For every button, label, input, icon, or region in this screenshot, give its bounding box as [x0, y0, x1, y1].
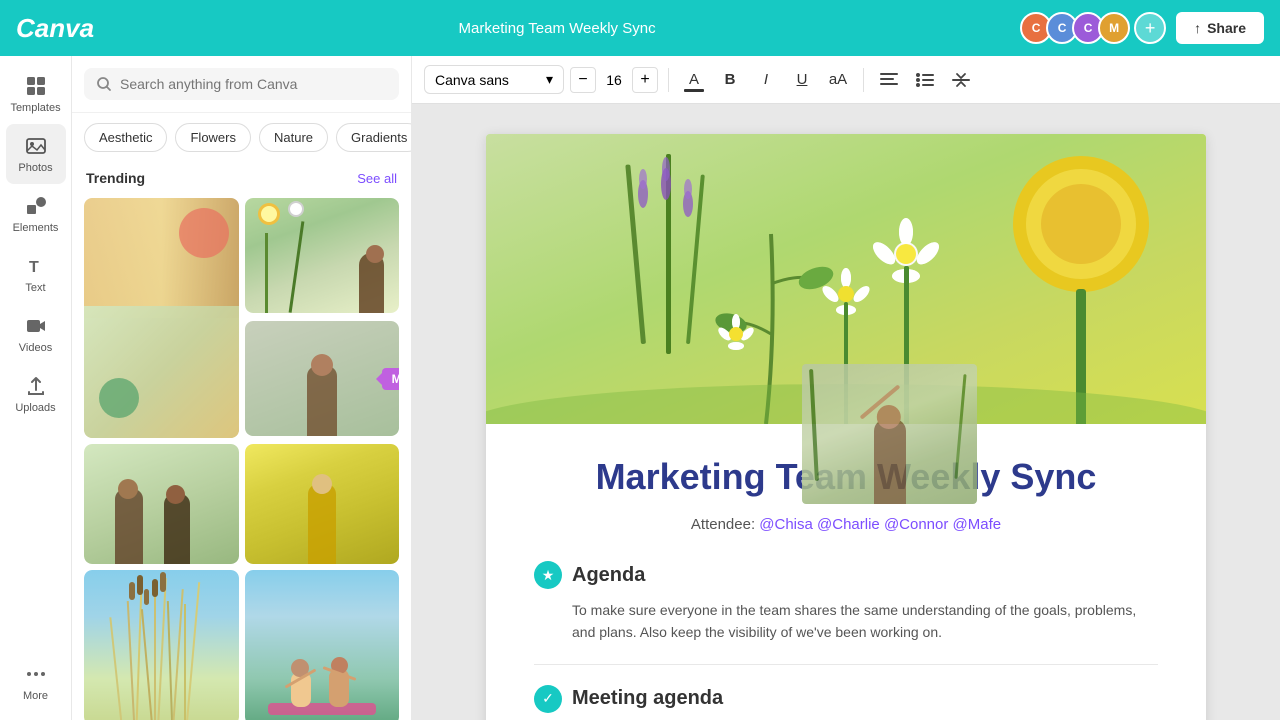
category-filters: Aesthetic Flowers Nature Gradients › [72, 113, 411, 162]
meeting-agenda-title: Meeting agenda [572, 687, 723, 710]
align-button[interactable] [874, 65, 904, 95]
photo-item-reeds[interactable] [84, 570, 239, 720]
sidebar-icons: Templates Photos Elements [0, 56, 72, 720]
add-collaborator-button[interactable]: + [1134, 12, 1166, 44]
agenda-description: To make sure everyone in the team shares… [534, 599, 1158, 644]
search-input[interactable] [120, 76, 387, 92]
agenda-header: ★ Agenda [534, 561, 1158, 589]
shapes-icon [24, 194, 48, 218]
dragged-photo-overlay [802, 364, 977, 504]
sidebar-uploads-label: Uploads [15, 402, 55, 414]
underline-button[interactable]: U [787, 65, 817, 95]
category-aesthetic[interactable]: Aesthetic [84, 123, 167, 152]
photo-item-two-women[interactable] [84, 444, 239, 564]
sidebar-item-templates[interactable]: Templates [6, 64, 66, 124]
upload-icon [24, 374, 48, 398]
photo-item-woman-flowers[interactable] [245, 198, 400, 313]
photo-item-food[interactable] [84, 198, 239, 438]
photos-grid: Mafe [72, 194, 411, 720]
toolbar-divider-2 [863, 68, 864, 92]
list-button[interactable] [910, 65, 940, 95]
search-bar [72, 56, 411, 113]
sidebar-item-elements[interactable]: Elements [6, 184, 66, 244]
trending-header: Trending See all [72, 162, 411, 194]
font-size-control: − 16 + [570, 67, 658, 93]
sidebar-item-photos[interactable]: Photos [6, 124, 66, 184]
section-divider [534, 664, 1158, 665]
photo-item-yoga[interactable] [245, 570, 400, 720]
see-all-link[interactable]: See all [357, 171, 397, 186]
search-icon [96, 76, 112, 92]
case-button[interactable]: aA [823, 65, 853, 95]
agenda-icon: ★ [534, 561, 562, 589]
text-color-button[interactable]: A [679, 65, 709, 95]
category-gradients[interactable]: Gradients [336, 123, 411, 152]
header-right: C C C M + ↑ Share [1020, 12, 1264, 44]
photo-item-woman-outdoors[interactable]: Mafe [245, 321, 400, 436]
canvas-area: Canva sans ▾ − 16 + A B I U aA [412, 56, 1280, 720]
italic-button[interactable]: I [751, 65, 781, 95]
svg-text:T: T [29, 259, 39, 276]
sidebar-item-text[interactable]: T Text [6, 244, 66, 304]
sidebar-text-label: Text [25, 282, 45, 294]
toolbar-divider-1 [668, 68, 669, 92]
font-selector[interactable]: Canva sans ▾ [424, 65, 564, 94]
grid-icon [24, 74, 48, 98]
check-icon: ✓ [534, 685, 562, 713]
mafe-tooltip: Mafe [382, 368, 399, 390]
main-area: Templates Photos Elements [0, 56, 1280, 720]
chevron-down-icon: ▾ [546, 71, 553, 88]
agenda-title: Agenda [572, 564, 645, 587]
meeting-agenda-header: ✓ Meeting agenda [534, 685, 1158, 713]
share-button[interactable]: ↑ Share [1176, 12, 1264, 44]
sidebar-item-more[interactable]: More [6, 652, 66, 712]
search-input-wrap[interactable] [84, 68, 399, 100]
photo-icon [24, 134, 48, 158]
trending-title: Trending [86, 170, 145, 186]
photos-panel: Aesthetic Flowers Nature Gradients › Tre… [72, 56, 412, 720]
sidebar-elements-label: Elements [13, 222, 59, 234]
sidebar-more-label: More [23, 690, 48, 702]
text-color-icon: A [689, 71, 699, 88]
top-header: Canva Marketing Team Weekly Sync C C C M… [0, 0, 1280, 56]
decrease-font-size-button[interactable]: − [570, 67, 596, 93]
sidebar-videos-label: Videos [19, 342, 52, 354]
text-icon: T [24, 254, 48, 278]
sidebar-photos-label: Photos [18, 162, 52, 174]
document-title: Marketing Team Weekly Sync [459, 20, 656, 37]
share-icon: ↑ [1194, 20, 1201, 36]
sidebar-templates-label: Templates [10, 102, 60, 114]
format-toolbar: Canva sans ▾ − 16 + A B I U aA [412, 56, 1280, 104]
doc-attendees: Attendee: @Chisa @Charlie @Connor @Mafe [534, 516, 1158, 533]
font-size-value: 16 [600, 72, 628, 88]
photo-item-woman-yellow[interactable] [245, 444, 400, 564]
spacing-button[interactable] [946, 65, 976, 95]
increase-font-size-button[interactable]: + [632, 67, 658, 93]
sidebar-item-videos[interactable]: Videos [6, 304, 66, 364]
video-icon [24, 314, 48, 338]
collaborator-avatars: C C C M + [1020, 12, 1166, 44]
sidebar-item-uploads[interactable]: Uploads [6, 364, 66, 424]
agenda-section: ★ Agenda To make sure everyone in the te… [534, 561, 1158, 644]
category-nature[interactable]: Nature [259, 123, 328, 152]
bold-button[interactable]: B [715, 65, 745, 95]
dragged-photo-bg [802, 364, 977, 504]
canva-logo: Canva [16, 13, 94, 44]
category-flowers[interactable]: Flowers [175, 123, 251, 152]
doc-canvas: Marketing Team Weekly Sync Attendee: @Ch… [412, 104, 1280, 720]
dots-icon [24, 662, 48, 686]
avatar-4: M [1098, 12, 1130, 44]
